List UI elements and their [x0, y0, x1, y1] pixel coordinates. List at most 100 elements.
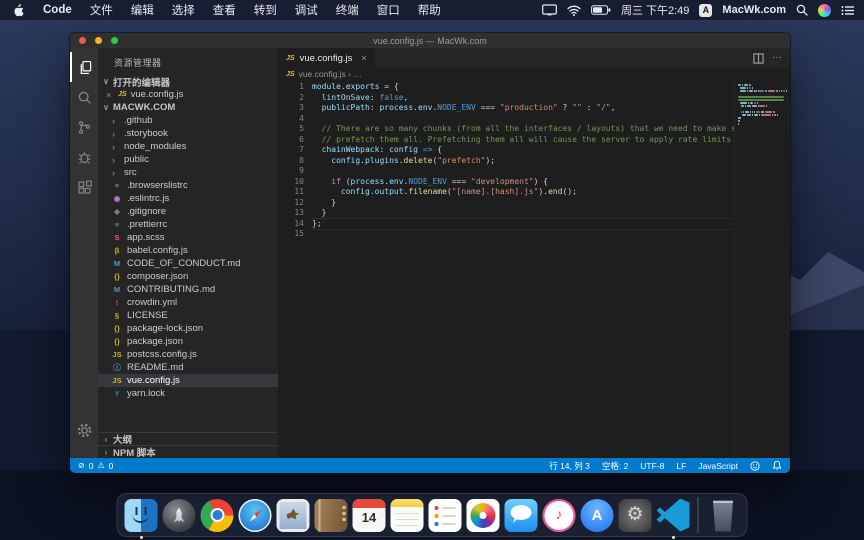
notification-center-icon[interactable] [841, 5, 854, 16]
dock-messages-icon[interactable] [505, 499, 538, 532]
code-line-8[interactable]: config.plugins.delete("prefetch"); [312, 156, 732, 167]
notifications-bell-icon[interactable] [772, 460, 782, 471]
dock-launchpad-icon[interactable] [163, 499, 196, 532]
dock-safari-icon[interactable] [239, 499, 272, 532]
code-line-14[interactable]: }; [312, 219, 732, 230]
minimap[interactable] [734, 80, 790, 458]
sidebar-section-大纲[interactable]: ›大纲 [98, 432, 278, 445]
dock-appstore-icon[interactable] [581, 499, 614, 532]
menu-item[interactable]: 转到 [245, 5, 286, 17]
minimize-window-button[interactable] [95, 37, 102, 44]
tree-file-CODE_OF_CONDUCT.md[interactable]: MCODE_OF_CONDUCT.md [98, 257, 278, 270]
dock-chrome-icon[interactable] [201, 499, 234, 532]
manage-gear-icon[interactable] [70, 416, 98, 444]
dock-trash-icon[interactable] [707, 499, 740, 532]
status-item[interactable]: 行 14, 列 3 [549, 460, 590, 472]
menubar-account-label[interactable]: MacWk.com [722, 4, 786, 16]
tree-file-README.md[interactable]: ⓘREADME.md [98, 361, 278, 374]
menu-item[interactable]: 编辑 [122, 5, 163, 17]
breadcrumb[interactable]: JS vue.config.js › … [278, 68, 790, 80]
tree-file-crowdin.yml[interactable]: !crowdin.yml [98, 296, 278, 309]
code-line-12[interactable]: } [312, 198, 732, 209]
status-item[interactable]: LF [676, 461, 686, 471]
tree-file-postcss.config.js[interactable]: JSpostcss.config.js [98, 348, 278, 361]
search-icon[interactable] [70, 82, 98, 112]
display-icon[interactable] [542, 4, 557, 16]
sidebar-section-NPM 脚本[interactable]: ›NPM 脚本 [98, 445, 278, 458]
code-editor[interactable]: 123456789101112131415 module.exports = {… [278, 80, 790, 458]
zoom-window-button[interactable] [111, 37, 118, 44]
apple-menu-icon[interactable] [12, 4, 24, 17]
code-line-4[interactable] [312, 114, 732, 125]
tree-file-.eslintrc.js[interactable]: ◉.eslintrc.js [98, 192, 278, 205]
menu-item[interactable]: 调试 [286, 5, 327, 17]
open-editor-item[interactable]: × JS vue.config.js [98, 88, 278, 101]
split-editor-icon[interactable] [753, 53, 764, 64]
menu-item[interactable]: 选择 [163, 5, 204, 17]
source-control-icon[interactable] [70, 112, 98, 142]
battery-icon[interactable] [591, 5, 611, 15]
wifi-icon[interactable] [567, 5, 581, 16]
dock-sysprefs-icon[interactable] [619, 499, 652, 532]
siri-icon[interactable] [818, 4, 831, 17]
dock-vscode-icon[interactable] [657, 499, 690, 532]
dock-mail-icon[interactable] [277, 499, 310, 532]
dock-contacts-icon[interactable] [315, 499, 348, 532]
tree-file-LICENSE[interactable]: §LICENSE [98, 309, 278, 322]
tree-file-.browserslistrc[interactable]: ≡.browserslistrc [98, 179, 278, 192]
tree-folder-src[interactable]: ›src [98, 166, 278, 179]
feedback-smiley-icon[interactable] [750, 461, 760, 471]
input-method-icon[interactable]: A [699, 4, 712, 17]
tab-close-icon[interactable]: × [361, 53, 366, 63]
warnings-icon[interactable]: ⚠ [97, 461, 104, 470]
dock-finder-icon[interactable] [125, 499, 158, 532]
status-item[interactable]: UTF-8 [640, 461, 664, 471]
code-line-5[interactable]: // There are so many chunks (from all th… [312, 124, 732, 135]
tree-file-package.json[interactable]: {}package.json [98, 335, 278, 348]
tree-file-vue.config.js[interactable]: JSvue.config.js [98, 374, 278, 387]
tab-vue-config[interactable]: JS vue.config.js × [278, 48, 375, 68]
code-line-3[interactable]: publicPath: process.env.NODE_ENV === "pr… [312, 103, 732, 114]
window-title-bar[interactable]: vue.config.js — MacWk.com [70, 33, 790, 48]
menu-item[interactable]: 帮助 [409, 5, 450, 17]
more-actions-icon[interactable]: ··· [772, 55, 782, 61]
warnings-count[interactable]: 0 [109, 461, 114, 471]
dock-photos-icon[interactable] [467, 499, 500, 532]
dock-reminders-icon[interactable] [429, 499, 462, 532]
status-item[interactable]: JavaScript [698, 461, 738, 471]
dock-notes-icon[interactable] [391, 499, 424, 532]
close-window-button[interactable] [79, 37, 86, 44]
code-line-13[interactable]: } [312, 208, 732, 219]
spotlight-search-icon[interactable] [796, 4, 808, 16]
errors-icon[interactable]: ⊘ [78, 461, 85, 470]
close-icon[interactable]: × [106, 90, 114, 100]
menu-item[interactable]: 窗口 [368, 5, 409, 17]
menu-app-name[interactable]: Code [34, 4, 81, 16]
tree-file-app.scss[interactable]: Sapp.scss [98, 231, 278, 244]
code-line-9[interactable] [312, 166, 732, 177]
explorer-icon[interactable] [70, 52, 98, 82]
code-line-10[interactable]: if (process.env.NODE_ENV === "developmen… [312, 177, 732, 188]
tree-folder-node_modules[interactable]: ›node_modules [98, 140, 278, 153]
project-root-header[interactable]: ∨ MACWK.COM [98, 101, 278, 114]
status-item[interactable]: 空格: 2 [602, 460, 628, 472]
dock-itunes-icon[interactable] [543, 499, 576, 532]
menu-item[interactable]: 终端 [327, 5, 368, 17]
code-line-7[interactable]: chainWebpack: config => { [312, 145, 732, 156]
tree-file-.prettierrc[interactable]: ≡.prettierrc [98, 218, 278, 231]
menu-item[interactable]: 查看 [204, 5, 245, 17]
tree-folder-public[interactable]: ›public [98, 153, 278, 166]
tree-file-yarn.lock[interactable]: Yyarn.lock [98, 387, 278, 400]
code-line-11[interactable]: config.output.filename("[name].[hash].js… [312, 187, 732, 198]
menu-item[interactable]: 文件 [81, 5, 122, 17]
dock-calendar-icon[interactable]: 14 [353, 499, 386, 532]
tree-file-composer.json[interactable]: {}composer.json [98, 270, 278, 283]
tree-file-CONTRIBUTING.md[interactable]: MCONTRIBUTING.md [98, 283, 278, 296]
errors-count[interactable]: 0 [89, 461, 94, 471]
tree-file-babel.config.js[interactable]: βbabel.config.js [98, 244, 278, 257]
code-line-15[interactable] [312, 229, 732, 240]
tree-folder-.github[interactable]: ›.github [98, 114, 278, 127]
tree-file-package-lock.json[interactable]: {}package-lock.json [98, 322, 278, 335]
code-line-1[interactable]: module.exports = { [312, 82, 732, 93]
menubar-clock[interactable]: 周三 下午2:49 [621, 2, 689, 18]
